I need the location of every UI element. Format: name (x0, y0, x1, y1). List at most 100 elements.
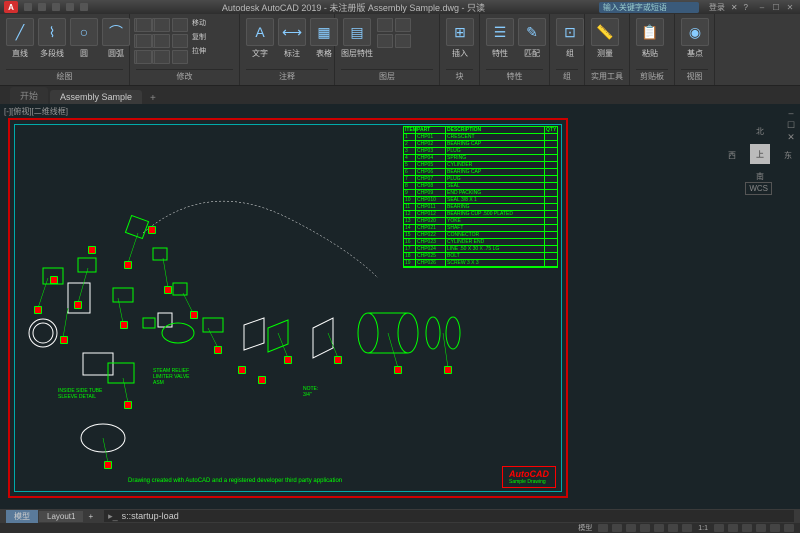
ortho-toggle-icon[interactable] (626, 524, 636, 532)
polar-toggle-icon[interactable] (640, 524, 650, 532)
exchange-icon[interactable]: ✕ (731, 3, 738, 12)
file-tab-start[interactable]: 开始 (10, 87, 48, 104)
search-input[interactable]: 输入关键字或短语 (599, 2, 699, 13)
window-controls: – ☐ ✕ (756, 2, 796, 12)
customize-icon[interactable] (784, 524, 794, 532)
balloon (238, 366, 246, 374)
balloon (74, 301, 82, 309)
mirror-tool[interactable] (154, 34, 170, 48)
osnap-toggle-icon[interactable] (654, 524, 664, 532)
snap-toggle-icon[interactable] (612, 524, 622, 532)
measure-tool[interactable]: 📏 (591, 18, 619, 46)
layer-lock[interactable] (395, 34, 411, 48)
clean-screen-icon[interactable] (770, 524, 780, 532)
scale-tool[interactable] (154, 50, 170, 64)
qat-new-icon[interactable] (24, 3, 32, 11)
arc-tool[interactable]: ⌒ (102, 18, 130, 46)
lwt-toggle-icon[interactable] (682, 524, 692, 532)
balloon (164, 286, 172, 294)
balloon (124, 261, 132, 269)
grid-toggle-icon[interactable] (598, 524, 608, 532)
panel-layers: ▤图层特性 图层 (335, 14, 440, 85)
balloon (214, 346, 222, 354)
layer-freeze[interactable] (377, 34, 393, 48)
otrack-toggle-icon[interactable] (668, 524, 678, 532)
layer-iso[interactable] (377, 18, 393, 32)
qat-save-icon[interactable] (52, 3, 60, 11)
layout1-tab[interactable]: Layout1 (39, 511, 83, 522)
viewcube[interactable]: 北 西 东 南 上 (740, 134, 780, 174)
balloon (88, 246, 96, 254)
balloon (120, 321, 128, 329)
help-icon[interactable]: ? (744, 3, 748, 12)
array-tool[interactable] (172, 50, 188, 64)
new-tab-button[interactable]: + (144, 93, 162, 104)
workspace[interactable]: [-][俯视][二维线框] – ☐ ✕ ITEMPART NUMBERDESCR… (0, 104, 800, 509)
match-tool[interactable]: ✎ (518, 18, 546, 46)
balloon (124, 401, 132, 409)
note-1: INSIDE SIDE TUBE SLEEVE DETAIL (58, 388, 102, 400)
props-tool[interactable]: ☰ (486, 18, 514, 46)
panel-modify: 移动 复制 拉伸 修改 (130, 14, 240, 85)
polyline-tool[interactable]: ⌇ (38, 18, 66, 46)
command-prefix: ▸_ (108, 511, 118, 522)
balloon (34, 306, 42, 314)
balloon (50, 276, 58, 284)
annotation-scale-icon[interactable] (714, 524, 724, 532)
balloon (334, 356, 342, 364)
basepoint-tool[interactable]: ◉ (681, 18, 709, 46)
balloon (284, 356, 292, 364)
dim-tool[interactable]: ⟷ (278, 18, 306, 46)
copy-tool[interactable] (136, 34, 152, 48)
status-model[interactable]: 模型 (576, 523, 594, 533)
fillet-tool[interactable] (172, 34, 188, 48)
maximize-button[interactable]: ☐ (770, 2, 782, 12)
app-menu-button[interactable]: A (4, 1, 18, 13)
hardware-accel-icon[interactable] (742, 524, 752, 532)
minimize-button[interactable]: – (756, 2, 768, 12)
title-block: AutoCAD Sample Drawing (502, 466, 556, 488)
stretch-tool[interactable] (136, 50, 152, 64)
panel-title: 绘图 (6, 69, 123, 83)
login-link[interactable]: 登录 (709, 2, 725, 13)
viewcube-face[interactable]: 上 (750, 144, 770, 164)
panel-annotate: A文字 ⟷标注 ▦表格 注释 (240, 14, 335, 85)
balloon (394, 366, 402, 374)
qat-undo-icon[interactable] (66, 3, 74, 11)
rotate-tool[interactable] (154, 18, 170, 32)
window-title: Autodesk AutoCAD 2019 - 未注册版 Assembly Sa… (108, 1, 599, 14)
workspace-switch-icon[interactable] (728, 524, 738, 532)
isolate-icon[interactable] (756, 524, 766, 532)
trim-tool[interactable] (172, 18, 188, 32)
vp-minimize-icon[interactable]: – (786, 108, 796, 118)
file-tab-assembly[interactable]: Assembly Sample (50, 90, 142, 104)
insert-tool[interactable]: ⊞ (446, 18, 474, 46)
circle-tool[interactable]: ○ (70, 18, 98, 46)
title-block-sub: Sample Drawing (509, 479, 549, 485)
note-3: NOTE: 3/4" (303, 386, 318, 398)
close-button[interactable]: ✕ (784, 2, 796, 12)
table-tool[interactable]: ▦ (310, 18, 338, 46)
qat-open-icon[interactable] (38, 3, 46, 11)
viewport-label[interactable]: [-][俯视][二维线框] (4, 106, 68, 117)
vp-close-icon[interactable]: ✕ (786, 132, 796, 142)
text-tool[interactable]: A (246, 18, 274, 46)
layer-off[interactable] (395, 18, 411, 32)
group-tool[interactable]: ⊡ (556, 18, 584, 46)
drawing-canvas[interactable]: ITEMPART NUMBERDESCRIPTIONQTY 1CHP01CRES… (8, 118, 568, 498)
model-tab[interactable]: 模型 (6, 510, 38, 523)
balloon (258, 376, 266, 384)
vp-restore-icon[interactable]: ☐ (786, 120, 796, 130)
move-tool[interactable] (136, 18, 152, 32)
add-layout-button[interactable]: + (84, 511, 97, 522)
command-line[interactable]: ▸_ s::startup-load (104, 510, 794, 522)
status-scale[interactable]: 1:1 (696, 525, 710, 532)
panel-block: ⊞插入 块 (440, 14, 480, 85)
layer-props-tool[interactable]: ▤ (343, 18, 371, 46)
assembly-svg (8, 118, 568, 498)
line-tool[interactable]: ╱ (6, 18, 34, 46)
qat-redo-icon[interactable] (80, 3, 88, 11)
viewport-controls: – ☐ ✕ (786, 108, 796, 142)
paste-tool[interactable]: 📋 (636, 18, 664, 46)
wcs-label[interactable]: WCS (745, 182, 772, 195)
